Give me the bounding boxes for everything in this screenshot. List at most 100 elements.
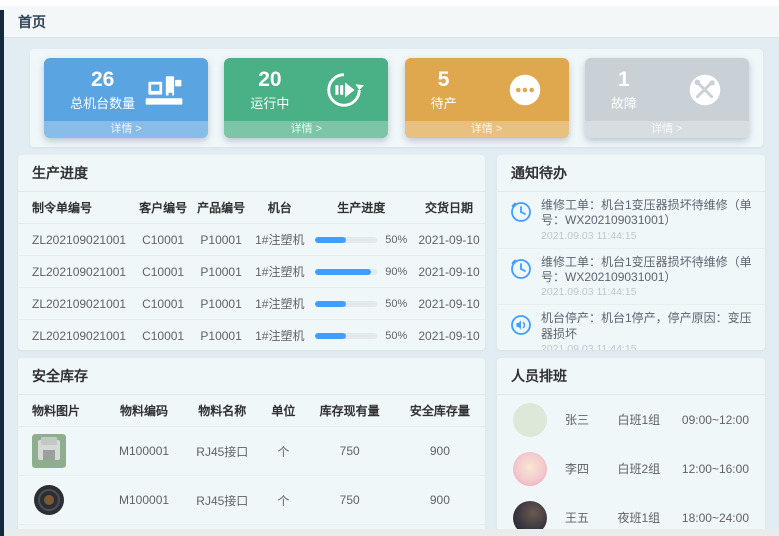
table-row[interactable]: ZL202109021001 C10001 P10001 1#注塑机 50% 2…: [18, 288, 485, 320]
ellipsis-icon: [503, 68, 547, 112]
progress-bar: [315, 301, 377, 307]
waiting-detail-link[interactable]: 详情 >: [405, 121, 569, 138]
card-body: 20 运行中: [224, 58, 388, 121]
person-time: 12:00~16:00: [682, 462, 749, 476]
progress-percent: 50%: [385, 234, 407, 246]
notice-timestamp: 2021.09.03 11:44:15: [541, 230, 753, 242]
running-detail-link[interactable]: 详情 >: [224, 121, 388, 138]
personnel-schedule-title: 人员排班: [497, 358, 765, 395]
cell-customer: C10001: [134, 256, 192, 288]
rj45-connector-image: [32, 434, 66, 468]
table-row[interactable]: ZL202109021001 C10001 P10001 1#注塑机 50% 2…: [18, 224, 485, 256]
cell-date: 2021-09-10: [413, 224, 485, 256]
cell-unit: 个: [262, 427, 304, 476]
total-machines-label: 总机台数量: [70, 93, 135, 112]
person-shift: 白班2组: [617, 460, 681, 477]
cell-date: 2021-09-10: [413, 320, 485, 351]
table-row[interactable]: ZL202109021001 C10001 P10001 1#注塑机 50% 2…: [18, 320, 485, 351]
col-unit: 单位: [262, 395, 304, 427]
notice-body: 维修工单：机台1变压器损坏待维修（单号：WX202109031001） 2021…: [541, 198, 753, 242]
col-material-code: 物料编码: [106, 395, 183, 427]
total-machines-value: 26: [70, 67, 135, 92]
safety-stock-panel: 安全库存 物料图片 物料编码 物料名称 单位 库存现有量 安全库存量: [18, 358, 485, 536]
table-row[interactable]: M100001 RJ45接口 个 750 900: [18, 427, 485, 476]
sidebar-edge: [0, 10, 4, 536]
list-item[interactable]: 张三 白班1组 09:00~12:00: [497, 395, 765, 444]
cell-order: ZL202109021001: [18, 320, 134, 351]
cell-stock-qty: 750: [305, 427, 395, 476]
running-label: 运行中: [250, 93, 289, 112]
stat-card-waiting[interactable]: 5 待产 详情 >: [405, 58, 569, 138]
progress-bar: [315, 333, 377, 339]
clock-icon: [509, 257, 533, 281]
cell-material-code: M100001: [106, 476, 183, 525]
stat-card-fault[interactable]: 1 故障 详情 >: [585, 58, 749, 138]
personnel-schedule-panel: 人员排班 张三 白班1组 09:00~12:00 李四 白班2组 12:00~1…: [497, 358, 765, 536]
cell-product: P10001: [192, 320, 250, 351]
window-bottom-strip: [0, 529, 779, 536]
notice-timestamp: 2021.09.03 11:44:15: [541, 286, 753, 298]
tools-icon: [683, 68, 727, 112]
card-body: 26 总机台数量: [44, 58, 208, 121]
cell-machine: 1#注塑机: [250, 288, 309, 320]
card-text: 1 故障: [611, 67, 637, 111]
col-customer-no: 客户编号: [134, 192, 192, 224]
stat-card-total-machines[interactable]: 26 总机台数量 详情 >: [44, 58, 208, 138]
cell-product: P10001: [192, 288, 250, 320]
card-text: 26 总机台数量: [70, 67, 135, 111]
cell-unit: 个: [262, 476, 304, 525]
production-progress-table: 制令单编号 客户编号 产品编号 机台 生产进度 交货日期 ZL202109021…: [18, 192, 485, 350]
table-row[interactable]: M100001 RJ45接口 个 750 900: [18, 476, 485, 525]
progress-percent: 50%: [385, 330, 407, 342]
stat-card-running[interactable]: 20 运行中 详情 >: [224, 58, 388, 138]
cell-product: P10001: [192, 224, 250, 256]
stat-cards-panel: 26 总机台数量 详情 >: [30, 49, 763, 147]
notices-title: 通知待办: [497, 155, 765, 192]
person-name: 王五: [565, 509, 617, 526]
col-safety-qty: 安全库存量: [395, 395, 485, 427]
notice-timestamp: 2021.09.03 11:44:15: [541, 343, 753, 350]
col-delivery-date: 交货日期: [413, 192, 485, 224]
cell-progress: 50%: [310, 320, 414, 351]
cell-machine: 1#注塑机: [250, 256, 309, 288]
person-shift: 夜班1组: [617, 509, 681, 526]
cell-customer: C10001: [134, 288, 192, 320]
speaker-icon: [509, 313, 533, 337]
tab-home[interactable]: 首页: [18, 12, 46, 32]
card-text: 5 待产: [431, 67, 457, 111]
table-row[interactable]: ZL202109021001 C10001 P10001 1#注塑机 90% 2…: [18, 256, 485, 288]
fault-detail-link[interactable]: 详情 >: [585, 121, 749, 138]
person-name: 李四: [565, 460, 617, 477]
machine-icon: [142, 68, 186, 112]
cell-order: ZL202109021001: [18, 224, 134, 256]
cell-safety-qty: 900: [395, 427, 485, 476]
cell-progress: 90%: [310, 256, 414, 288]
cell-customer: C10001: [134, 224, 192, 256]
cell-machine: 1#注塑机: [250, 320, 309, 351]
notice-body: 机台停产：机台1停产，停产原因：变压器损坏 2021.09.03 11:44:1…: [541, 311, 753, 350]
cell-progress: 50%: [310, 224, 414, 256]
cell-date: 2021-09-10: [413, 256, 485, 288]
list-item[interactable]: 李四 白班2组 12:00~16:00: [497, 444, 765, 493]
clock-icon: [509, 200, 533, 224]
cell-order: ZL202109021001: [18, 288, 134, 320]
progress-bar: [315, 237, 377, 243]
card-text: 20 运行中: [250, 67, 289, 111]
notice-body: 维修工单：机台1变压器损坏待维修（单号：WX202109031001） 2021…: [541, 255, 753, 299]
card-body: 1 故障: [585, 58, 749, 121]
list-item[interactable]: 维修工单：机台1变压器损坏待维修（单号：WX202109031001） 2021…: [497, 249, 765, 306]
list-item[interactable]: 维修工单：机台1变压器损坏待维修（单号：WX202109031001） 2021…: [497, 192, 765, 249]
notice-text: 维修工单：机台1变压器损坏待维修（单号：WX202109031001）: [541, 198, 753, 229]
window-top-strip: [0, 0, 779, 6]
list-item[interactable]: 机台停产：机台1停产，停产原因：变压器损坏 2021.09.03 11:44:1…: [497, 305, 765, 350]
total-machines-detail-link[interactable]: 详情 >: [44, 121, 208, 138]
col-progress: 生产进度: [310, 192, 414, 224]
cell-safety-qty: 900: [395, 476, 485, 525]
production-progress-panel: 生产进度 制令单编号 客户编号 产品编号 机台 生产进度 交货日期 ZL2021…: [18, 155, 485, 350]
notice-text: 机台停产：机台1停产，停产原因：变压器损坏: [541, 311, 753, 342]
col-order-no: 制令单编号: [18, 192, 134, 224]
card-body: 5 待产: [405, 58, 569, 121]
fault-value: 1: [611, 67, 637, 92]
cell-stock-qty: 750: [305, 476, 395, 525]
person-time: 09:00~12:00: [682, 413, 749, 427]
